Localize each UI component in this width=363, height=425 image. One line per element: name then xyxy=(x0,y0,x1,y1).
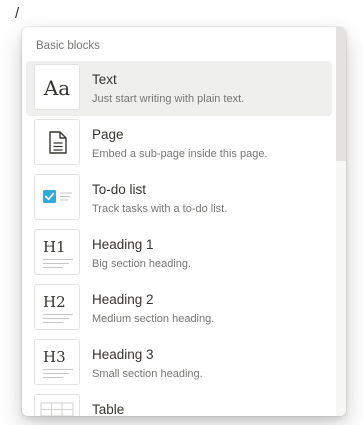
menu-item-text[interactable]: Aa Text Just start writing with plain te… xyxy=(26,61,332,116)
menu-item-title: Heading 3 xyxy=(92,347,154,362)
menu-item-title: To-do list xyxy=(92,182,147,197)
menu-item-page[interactable]: Page Embed a sub-page inside this page. xyxy=(26,116,332,171)
section-label-basic-blocks: Basic blocks xyxy=(36,40,100,52)
menu-item-description: Track tasks with a to-do list. xyxy=(92,203,228,215)
menu-item-todo[interactable]: To-do list Track tasks with a to-do list… xyxy=(26,171,332,226)
menu-item-heading-1[interactable]: H1 Heading 1 Big section heading. xyxy=(26,226,332,281)
menu-item-description: Medium section heading. xyxy=(92,313,215,325)
menu-item-title: Table xyxy=(92,402,125,416)
page-document-icon xyxy=(34,119,80,165)
text-aa-icon: Aa xyxy=(34,64,80,110)
checkbox-icon xyxy=(34,174,80,220)
menu-item-title: Text xyxy=(92,72,117,87)
menu-item-description: Embed a sub-page inside this page. xyxy=(92,148,268,160)
table-grid-icon xyxy=(34,394,80,416)
menu-scrollbar[interactable] xyxy=(336,27,346,416)
heading-3-icon: H3 xyxy=(34,339,80,385)
menu-item-heading-3[interactable]: H3 Heading 3 Small section heading. xyxy=(26,336,332,391)
slash-command-menu: Basic blocks Aa Text Just start writing … xyxy=(22,27,346,416)
menu-item-description: Just start writing with plain text. xyxy=(92,93,245,105)
menu-item-heading-2[interactable]: H2 Heading 2 Medium section heading. xyxy=(26,281,332,336)
menu-item-table[interactable]: Table xyxy=(26,391,332,416)
slash-command-trigger: / xyxy=(15,5,20,22)
heading-1-icon: H1 xyxy=(34,229,80,275)
heading-2-icon: H2 xyxy=(34,284,80,330)
menu-item-title: Heading 1 xyxy=(92,237,154,252)
menu-item-title: Page xyxy=(92,127,124,142)
menu-scrollbar-thumb[interactable] xyxy=(336,27,346,161)
menu-item-description: Big section heading. xyxy=(92,258,192,270)
menu-item-description: Small section heading. xyxy=(92,368,203,380)
block-list: Aa Text Just start writing with plain te… xyxy=(26,61,332,416)
menu-item-title: Heading 2 xyxy=(92,292,154,307)
